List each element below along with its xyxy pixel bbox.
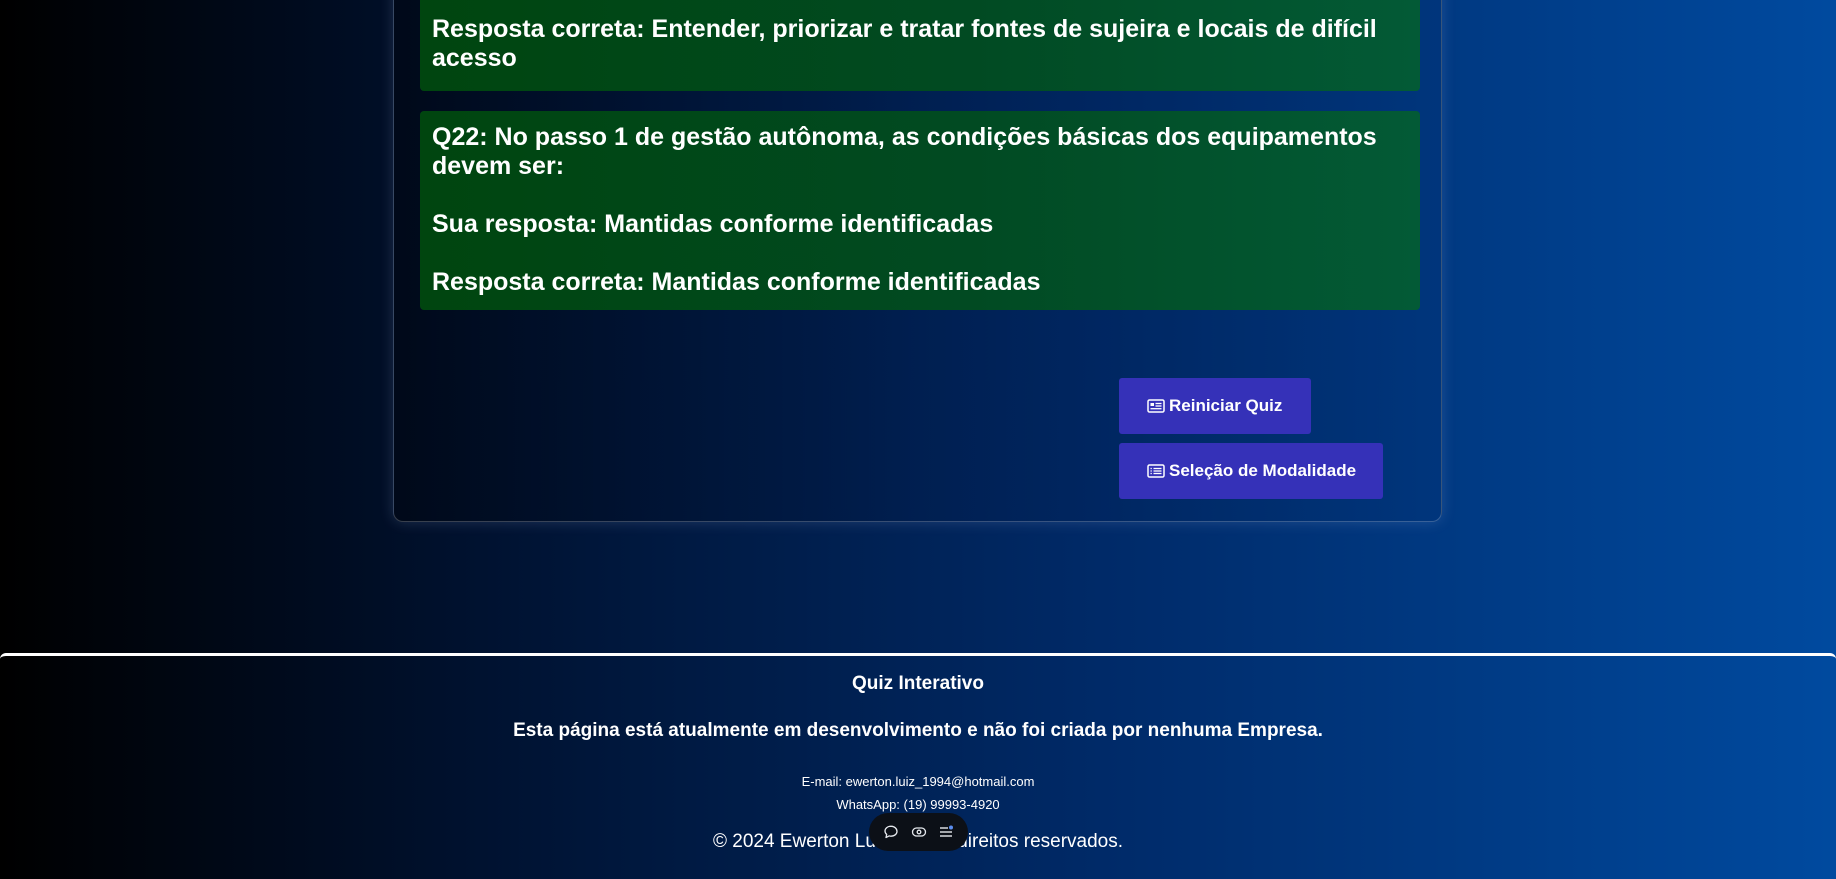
restart-quiz-button[interactable]: Reiniciar Quiz (1119, 378, 1311, 434)
result-item-21: Resposta correta: Entender, priorizar e … (420, 0, 1420, 91)
footer-title: Quiz Interativo (852, 673, 984, 694)
correct-answer: Resposta correta: Mantidas conforme iden… (432, 268, 1041, 296)
floating-toolbar (869, 813, 968, 851)
quiz-results-card: Resposta correta: Entender, priorizar e … (393, 0, 1442, 522)
mode-selection-button[interactable]: Seleção de Modalidade (1119, 443, 1383, 499)
footer-notice: Esta página está atualmente em desenvolv… (513, 720, 1323, 741)
result-item-22: Q22: No passo 1 de gestão autônoma, as c… (420, 111, 1420, 310)
restart-quiz-label: Reiniciar Quiz (1169, 396, 1283, 415)
mode-selection-label: Seleção de Modalidade (1169, 461, 1357, 480)
chat-icon[interactable] (879, 820, 903, 844)
id-card-icon (1147, 398, 1165, 414)
eye-icon[interactable] (907, 820, 931, 844)
correct-answer: Resposta correta: Entender, priorizar e … (432, 15, 1377, 72)
your-answer: Sua resposta: Mantidas conforme identifi… (432, 210, 994, 238)
question-text: Q22: No passo 1 de gestão autônoma, as c… (432, 123, 1377, 180)
list-icon (1147, 463, 1165, 479)
footer-whatsapp: WhatsApp: (19) 99993-4920 (836, 797, 1000, 812)
menu-list-icon[interactable] (934, 820, 958, 844)
footer-email: E-mail: ewerton.luiz_1994@hotmail.com (801, 774, 1035, 789)
